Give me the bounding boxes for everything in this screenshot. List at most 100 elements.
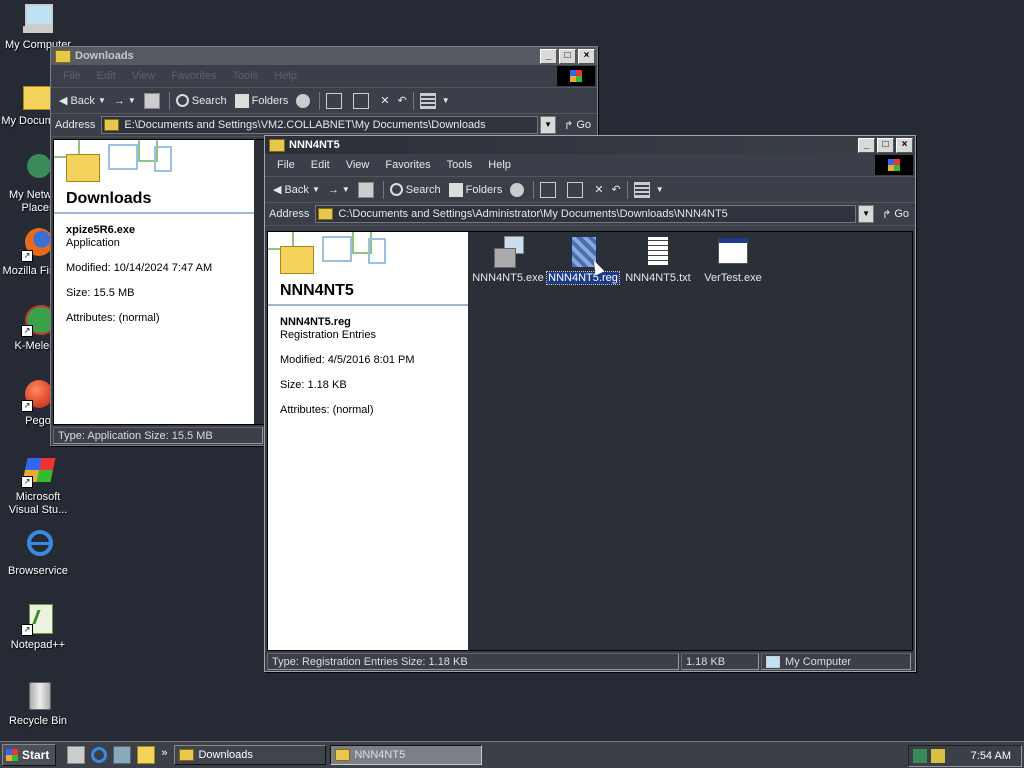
desktop-icon-recycle-bin[interactable]: Recycle Bin bbox=[0, 678, 76, 728]
close-button[interactable]: × bbox=[578, 48, 595, 64]
menu-view[interactable]: View bbox=[338, 159, 378, 171]
go-button[interactable]: ↱ Go bbox=[556, 119, 597, 132]
chevron-down-icon[interactable]: ▼ bbox=[98, 96, 106, 105]
views-button[interactable]: ▼ bbox=[416, 90, 454, 112]
folders-button[interactable]: Folders bbox=[231, 90, 293, 112]
file-attributes: Attributes: (normal) bbox=[280, 404, 374, 416]
menu-file[interactable]: File bbox=[269, 159, 303, 171]
downloads-title-bar[interactable]: Downloads _ □ × bbox=[51, 47, 597, 65]
toolbar: ◀ Back ▼ → ▼ Search Folders ✕ ↶ ▼ bbox=[51, 88, 597, 114]
address-label: Address bbox=[269, 208, 310, 220]
go-button[interactable]: ↱ Go bbox=[874, 208, 915, 221]
delete-button[interactable]: ✕ bbox=[590, 179, 607, 201]
desktop-icon-notepad-plus-plus[interactable]: ↗ Notepad++ bbox=[0, 602, 76, 652]
search-button[interactable]: Search bbox=[386, 179, 445, 201]
menu-help[interactable]: Help bbox=[266, 70, 305, 82]
windows-logo-icon bbox=[6, 749, 18, 761]
file-details: NNN4NT5.reg Registration Entries Modifie… bbox=[268, 306, 468, 439]
back-button[interactable]: ◀ Back ▼ bbox=[55, 90, 110, 112]
back-arrow-icon: ◀ bbox=[59, 95, 68, 107]
maximize-button[interactable]: □ bbox=[559, 48, 576, 64]
chevron-down-icon[interactable]: ▼ bbox=[342, 185, 350, 194]
window-title: Downloads bbox=[75, 50, 134, 62]
address-input[interactable]: E:\Documents and Settings\VM2.COLLABNET\… bbox=[101, 116, 539, 134]
history-button[interactable] bbox=[506, 179, 531, 201]
desktop-icon-browservice[interactable]: Browservice bbox=[0, 528, 76, 578]
up-folder-icon bbox=[143, 92, 160, 109]
pane-title: Downloads bbox=[66, 190, 152, 207]
file-item[interactable]: NNN4NT5.txt bbox=[621, 236, 695, 284]
undo-button[interactable]: ↶ bbox=[394, 90, 411, 112]
menu-favorites[interactable]: Favorites bbox=[163, 70, 224, 82]
history-button[interactable] bbox=[292, 90, 317, 112]
menu-file[interactable]: File bbox=[55, 70, 89, 82]
folder-icon bbox=[179, 749, 195, 761]
copy-to-button[interactable] bbox=[563, 179, 590, 201]
up-folder-icon bbox=[357, 181, 374, 198]
history-icon bbox=[296, 93, 311, 108]
internet-explorer-icon[interactable] bbox=[91, 747, 108, 763]
delete-button[interactable]: ✕ bbox=[376, 90, 393, 112]
chevron-down-icon[interactable]: ▼ bbox=[128, 96, 136, 105]
windows-logo-icon bbox=[557, 66, 595, 86]
task-nnn4nt5[interactable]: NNN4NT5 bbox=[330, 745, 483, 765]
close-button[interactable]: × bbox=[896, 137, 913, 153]
clock[interactable]: 7:54 AM bbox=[971, 750, 1011, 762]
menu-edit[interactable]: Edit bbox=[89, 70, 124, 82]
folders-button[interactable]: Folders bbox=[445, 179, 507, 201]
back-button[interactable]: ◀ Back ▼ bbox=[269, 179, 324, 201]
address-dropdown[interactable]: ▼ bbox=[540, 116, 557, 134]
file-name: NNN4NT5.reg bbox=[280, 316, 351, 328]
folder-icon bbox=[318, 208, 334, 220]
details-pane: NNN4NT5 NNN4NT5.reg Registration Entries… bbox=[268, 232, 468, 650]
up-folder-button[interactable] bbox=[140, 90, 167, 112]
undo-button[interactable]: ↶ bbox=[608, 179, 625, 201]
chevron-right-icon[interactable]: » bbox=[161, 747, 167, 763]
desktop-icon-my-computer[interactable]: My Computer bbox=[0, 2, 76, 52]
minimize-button[interactable]: _ bbox=[540, 48, 557, 64]
search-button[interactable]: Search bbox=[172, 90, 231, 112]
menu-tools[interactable]: Tools bbox=[439, 159, 481, 171]
security-tray-icon[interactable] bbox=[931, 749, 945, 763]
show-desktop-icon[interactable] bbox=[67, 746, 86, 764]
move-to-button[interactable] bbox=[536, 179, 563, 201]
move-to-icon bbox=[326, 92, 343, 109]
move-to-button[interactable] bbox=[322, 90, 349, 112]
explorer-folder-icon[interactable] bbox=[137, 746, 156, 764]
address-bar: Address C:\Documents and Settings\Admini… bbox=[265, 203, 915, 226]
desktop-icon-visual-studio[interactable]: ↗ Microsoft Visual Stu... bbox=[0, 454, 76, 517]
folders-icon bbox=[448, 182, 463, 197]
nnn4nt5-window[interactable]: NNN4NT5 _ □ × File Edit View Favorites T… bbox=[264, 135, 916, 672]
views-button[interactable]: ▼ bbox=[630, 179, 668, 201]
address-input[interactable]: C:\Documents and Settings\Administrator\… bbox=[315, 205, 857, 223]
text-file-icon bbox=[642, 236, 674, 268]
forward-button[interactable]: → ▼ bbox=[110, 90, 140, 112]
copy-to-button[interactable] bbox=[349, 90, 376, 112]
menu-help[interactable]: Help bbox=[480, 159, 519, 171]
forward-button[interactable]: → ▼ bbox=[324, 179, 354, 201]
start-button[interactable]: Start bbox=[2, 744, 57, 766]
outlook-express-icon[interactable] bbox=[113, 746, 132, 764]
address-dropdown[interactable]: ▼ bbox=[858, 205, 875, 223]
task-downloads[interactable]: Downloads bbox=[174, 745, 327, 765]
menu-edit[interactable]: Edit bbox=[303, 159, 338, 171]
file-item[interactable]: VerTest.exe bbox=[696, 236, 770, 284]
menu-view[interactable]: View bbox=[124, 70, 164, 82]
minimize-button[interactable]: _ bbox=[858, 137, 875, 153]
menu-tools[interactable]: Tools bbox=[225, 70, 267, 82]
file-type: Application bbox=[66, 237, 120, 249]
maximize-button[interactable]: □ bbox=[877, 137, 894, 153]
file-attributes: Attributes: (normal) bbox=[66, 312, 160, 324]
up-folder-button[interactable] bbox=[354, 179, 381, 201]
file-item-selected[interactable]: NNN4NT5.reg bbox=[546, 236, 620, 285]
forward-arrow-icon: → bbox=[327, 183, 339, 196]
nnn4nt5-title-bar[interactable]: NNN4NT5 _ □ × bbox=[265, 136, 915, 154]
copy-to-icon bbox=[353, 92, 370, 109]
network-tray-icon[interactable] bbox=[913, 749, 927, 763]
file-item[interactable]: NNN4NT5.exe bbox=[471, 236, 545, 284]
address-bar: Address E:\Documents and Settings\VM2.CO… bbox=[51, 114, 597, 137]
menu-bar: File Edit View Favorites Tools Help bbox=[51, 65, 597, 88]
windows-logo-icon bbox=[875, 155, 913, 175]
menu-favorites[interactable]: Favorites bbox=[377, 159, 438, 171]
chevron-down-icon[interactable]: ▼ bbox=[312, 185, 320, 194]
